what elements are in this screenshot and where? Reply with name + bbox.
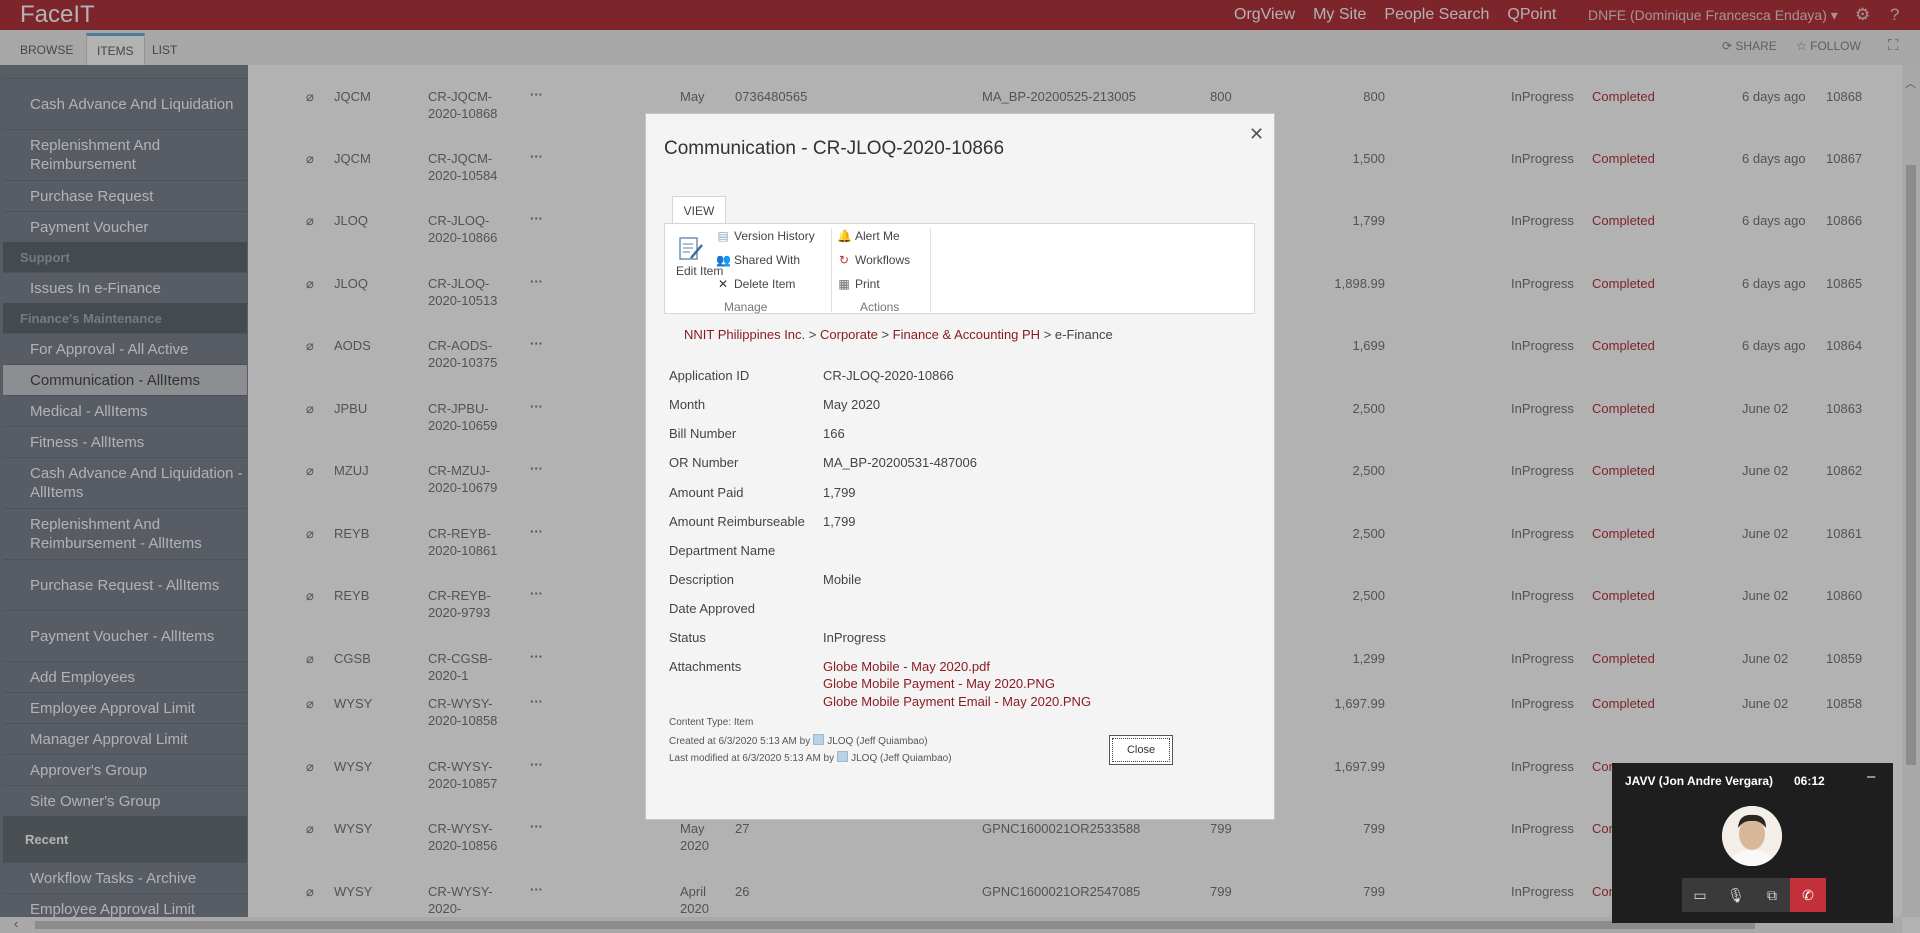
edit-item-icon: [679, 237, 703, 260]
minimize-icon[interactable]: –: [1867, 768, 1875, 785]
field-label: Month: [669, 397, 706, 412]
field-label: Bill Number: [669, 426, 737, 441]
delete-icon: ✕: [717, 277, 729, 291]
presence-icon: [813, 734, 825, 745]
field-label: Status: [669, 630, 706, 645]
item-dialog: Communication - CR-JLOQ-2020-10866 ✕ VIE…: [645, 113, 1275, 820]
created-info: Created at 6/3/2020 5:13 AM by JLOQ (Jeff…: [669, 734, 928, 747]
delete-item-button[interactable]: ✕ Delete Item: [716, 277, 795, 291]
workflows-icon: ↻: [838, 253, 850, 267]
field-label: Amount Reimburseable: [669, 514, 805, 529]
breadcrumb-efinance: e-Finance: [1054, 327, 1113, 342]
camera-icon[interactable]: ▭: [1682, 878, 1718, 912]
print-button[interactable]: ▦ Print: [837, 277, 879, 291]
field-value: InProgress: [823, 630, 886, 645]
dialog-title: Communication - CR-JLOQ-2020-10866: [664, 138, 1005, 159]
breadcrumb-corporate[interactable]: Corporate: [820, 327, 878, 342]
breadcrumb: NNIT Philippines Inc. > Corporate > Fina…: [684, 327, 1113, 342]
field-label-attachments: Attachments: [669, 659, 742, 674]
microphone-icon[interactable]: 🎙: [1718, 878, 1754, 912]
hang-up-icon[interactable]: ✆: [1790, 878, 1826, 912]
modified-info: Last modified at 6/3/2020 5:13 AM by JLOQ…: [669, 751, 952, 764]
caller-photo: [1722, 806, 1782, 866]
caller-name: JAVV (Jon Andre Vergara): [1625, 774, 1774, 788]
breadcrumb-nnit[interactable]: NNIT Philippines Inc.: [684, 327, 805, 342]
version-history-icon: ▤: [717, 229, 729, 243]
field-value: Mobile: [823, 572, 862, 587]
version-history-button[interactable]: ▤ Version History: [716, 229, 814, 243]
breadcrumb-finance[interactable]: Finance & Accounting PH: [893, 327, 1040, 342]
field-value: 1,799: [823, 514, 856, 529]
close-button[interactable]: Close: [1109, 735, 1173, 765]
people-icon: 👥: [716, 253, 731, 267]
field-value: 1,799: [823, 485, 856, 500]
alert-me-button[interactable]: 🔔 Alert Me: [837, 229, 900, 243]
ribbon-group-actions: Actions: [860, 300, 900, 314]
print-icon: ▦: [838, 277, 850, 291]
ribbon: Edit Item ▤ Version History 👥 Shared With …: [664, 223, 1255, 314]
field-label: Department Name: [669, 543, 776, 558]
field-label: Date Approved: [669, 601, 756, 616]
field-value: MA_BP-20200531-487006: [823, 455, 977, 470]
field-label: Amount Paid: [669, 485, 744, 500]
video-call-window: JAVV (Jon Andre Vergara) 06:12 – ▭ 🎙 ⧉ ✆: [1612, 763, 1893, 923]
field-label: OR Number: [669, 455, 739, 470]
field-label: Application ID: [669, 368, 750, 383]
avatar: [1722, 806, 1782, 866]
author-link[interactable]: JLOQ (Jeff Quiambao): [851, 753, 951, 764]
attachment-link[interactable]: Globe Mobile Payment Email - May 2020.PN…: [823, 694, 1091, 709]
field-value: 166: [823, 426, 845, 441]
shared-with-button[interactable]: 👥 Shared With: [716, 253, 800, 267]
author-link[interactable]: JLOQ (Jeff Quiambao): [827, 736, 927, 747]
attachment-link[interactable]: Globe Mobile - May 2020.pdf: [823, 659, 990, 674]
presence-icon: [837, 751, 849, 762]
edit-item-button[interactable]: Edit Item: [676, 236, 723, 277]
ribbon-group-manage: Manage: [724, 300, 768, 314]
field-value: CR-JLOQ-2020-10866: [823, 368, 954, 383]
attachment-link[interactable]: Globe Mobile Payment - May 2020.PNG: [823, 676, 1055, 691]
content-type: Content Type: Item: [669, 717, 754, 728]
tab-view[interactable]: VIEW: [672, 196, 726, 225]
bell-icon: 🔔: [837, 229, 852, 243]
workflows-button[interactable]: ↻ Workflows: [837, 253, 910, 267]
field-value: May 2020: [823, 397, 881, 412]
call-timer: 06:12: [1794, 774, 1825, 788]
field-label: Description: [669, 572, 735, 587]
close-icon[interactable]: ✕: [1249, 124, 1264, 145]
screen-share-icon[interactable]: ⧉: [1754, 878, 1790, 912]
